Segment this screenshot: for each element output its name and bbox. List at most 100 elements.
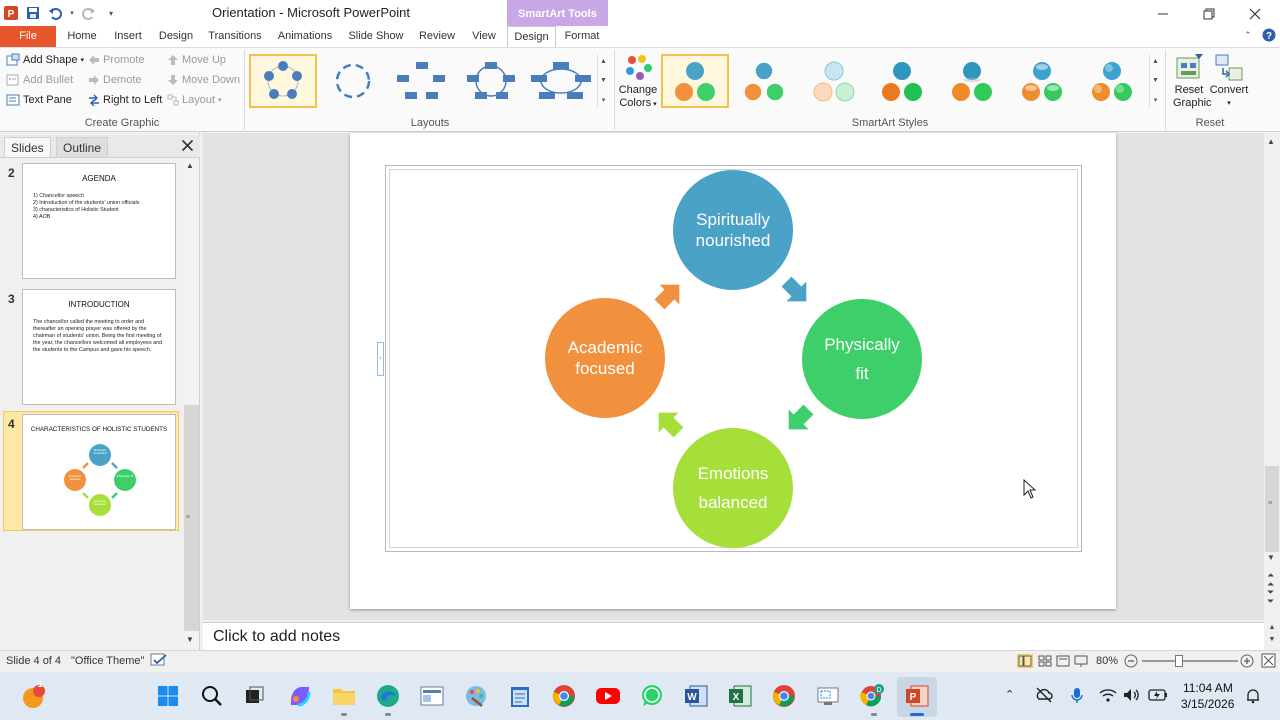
zoom-slider-thumb[interactable] (1175, 655, 1183, 667)
close-window-button[interactable] (1232, 0, 1278, 28)
slide-thumbnail-2[interactable]: AGENDA 1) Chancellor speech 2) Introduct… (22, 163, 176, 279)
tab-view[interactable]: View (466, 26, 502, 47)
promote-button[interactable]: Promote (88, 51, 145, 69)
close-pane-button[interactable] (181, 139, 194, 152)
reading-view-button[interactable] (1056, 655, 1070, 667)
reset-graphic-button[interactable]: Reset Graphic (1168, 52, 1212, 110)
add-shape-button[interactable]: Add Shape ▾ (6, 51, 84, 69)
notes-scrollbar[interactable]: ▲ ▼ (1264, 622, 1280, 650)
style-intense-effect[interactable] (940, 54, 1004, 108)
minimize-button[interactable] (1140, 0, 1186, 28)
style-subtle-effect[interactable] (802, 54, 866, 108)
scroll-up-arrow-icon[interactable]: ▲ (1267, 137, 1275, 146)
notifications-icon[interactable] (1245, 688, 1261, 704)
node-spiritually-nourished[interactable]: Spiritually nourished (673, 170, 793, 290)
style-inset[interactable] (1080, 54, 1144, 108)
restore-button[interactable] (1186, 0, 1232, 28)
tab-home[interactable]: Home (62, 26, 102, 47)
snipping-tool-app[interactable] (813, 681, 843, 711)
resize-handle-top[interactable]: ···· (728, 163, 736, 169)
slide-sorter-button[interactable] (1038, 655, 1052, 667)
notes-pane[interactable] (203, 622, 1264, 650)
tab-insert[interactable]: Insert (108, 26, 148, 47)
next-slide-button[interactable]: ⏷ ⏷ (1267, 588, 1274, 606)
style-white-outline[interactable] (732, 54, 796, 108)
search-button[interactable] (197, 681, 227, 711)
edge-browser-app[interactable] (373, 681, 403, 711)
volume-icon[interactable] (1123, 688, 1141, 702)
zoom-slider-track[interactable] (1142, 660, 1238, 662)
zoom-out-button[interactable] (1124, 654, 1138, 668)
clock-date[interactable]: 3/15/2026 (1181, 697, 1234, 711)
add-bullet-button[interactable]: Add Bullet (6, 71, 73, 89)
chrome-profile-app[interactable]: D (857, 681, 887, 711)
notepad-app[interactable] (505, 681, 535, 711)
convert-button[interactable]: Convert ▾ (1208, 52, 1250, 110)
demote-button[interactable]: Demote (88, 71, 142, 89)
layout-segmented-cycle[interactable] (319, 54, 387, 108)
cloud-sync-off-icon[interactable] (1035, 687, 1053, 703)
collapse-ribbon-icon[interactable]: ⌃ (1244, 30, 1252, 41)
layout-button[interactable]: Layout ▾ (167, 91, 222, 109)
wifi-icon[interactable] (1099, 688, 1117, 702)
layout-block-cycle[interactable] (387, 54, 455, 108)
paint-app[interactable] (461, 681, 491, 711)
tab-outline[interactable]: Outline (56, 137, 109, 157)
text-pane-expander[interactable]: ‹ (377, 342, 384, 376)
tab-slides[interactable]: Slides (4, 137, 51, 157)
word-app[interactable]: W (681, 681, 711, 711)
zoom-in-button[interactable] (1240, 654, 1254, 668)
microphone-icon[interactable] (1070, 687, 1084, 705)
node-emotions-balanced[interactable]: Emotions balanced (673, 428, 793, 548)
clock-time[interactable]: 11:04 AM (1183, 681, 1233, 695)
style-moderate-effect[interactable] (870, 54, 934, 108)
text-pane-button[interactable]: Text Pane (6, 91, 72, 109)
tab-design[interactable]: Design (154, 26, 198, 47)
photo-app[interactable] (417, 681, 447, 711)
tab-smartart-format[interactable]: Format (558, 26, 606, 47)
tab-slide-show[interactable]: Slide Show (344, 26, 408, 47)
save-icon[interactable] (24, 3, 42, 23)
layouts-gallery-scroll[interactable]: ▲ ▼ ▾ (597, 54, 609, 108)
powerpoint-logo-icon[interactable]: P (2, 3, 20, 23)
spell-check-icon[interactable] (150, 653, 168, 668)
powerpoint-app[interactable]: P (902, 681, 932, 711)
whatsapp-app[interactable] (637, 681, 667, 711)
layout-cycle-matrix[interactable] (527, 54, 595, 108)
chevron-down-icon[interactable]: ▾ (68, 3, 76, 23)
normal-view-button[interactable] (1017, 654, 1033, 668)
start-button[interactable] (153, 681, 183, 711)
slide-show-button[interactable] (1074, 655, 1088, 667)
tab-review[interactable]: Review (416, 26, 458, 47)
show-hidden-icons-button[interactable]: ⌃ (1005, 688, 1014, 701)
fit-slide-button[interactable] (1261, 653, 1276, 668)
youtube-app[interactable] (593, 681, 623, 711)
styles-gallery-scroll[interactable]: ▲ ▼ ▾ (1149, 54, 1161, 108)
redo-icon[interactable] (80, 3, 98, 23)
scroll-down-arrow-icon[interactable]: ▼ (1267, 553, 1275, 562)
slide-scroll-thumb[interactable] (1265, 466, 1279, 552)
layout-basic-cycle[interactable] (249, 54, 317, 108)
layout-text-cycle[interactable] (457, 54, 525, 108)
chrome-app[interactable] (549, 681, 579, 711)
battery-icon[interactable] (1148, 689, 1168, 701)
scroll-up-arrow-icon[interactable]: ▲ (186, 161, 194, 170)
tab-file[interactable]: File (0, 26, 56, 47)
customize-toolbar-icon[interactable]: ▾ (102, 3, 120, 23)
move-up-button[interactable]: Move Up (167, 51, 226, 69)
task-view-button[interactable] (239, 681, 269, 711)
node-academic-focused[interactable]: Academic focused (545, 298, 665, 418)
node-physically-fit[interactable]: Physically fit (802, 299, 922, 419)
help-icon[interactable]: ? (1262, 28, 1276, 42)
scroll-down-arrow-icon[interactable]: ▼ (186, 635, 194, 644)
undo-icon[interactable] (46, 3, 64, 23)
slide-thumbnail-4[interactable]: CHARACTERISTICS OF HOLISTIC STUDENTS Spi… (22, 414, 176, 530)
excel-app[interactable]: X (725, 681, 755, 711)
move-down-button[interactable]: Move Down (167, 71, 240, 89)
style-polished[interactable] (1010, 54, 1074, 108)
tab-animations[interactable]: Animations (274, 26, 336, 47)
theme-name[interactable]: "Office Theme" (71, 655, 144, 667)
change-colors-button[interactable]: Change Colors ▾ (618, 52, 658, 111)
style-simple-fill[interactable] (661, 54, 729, 108)
zoom-level[interactable]: 80% (1096, 655, 1118, 667)
